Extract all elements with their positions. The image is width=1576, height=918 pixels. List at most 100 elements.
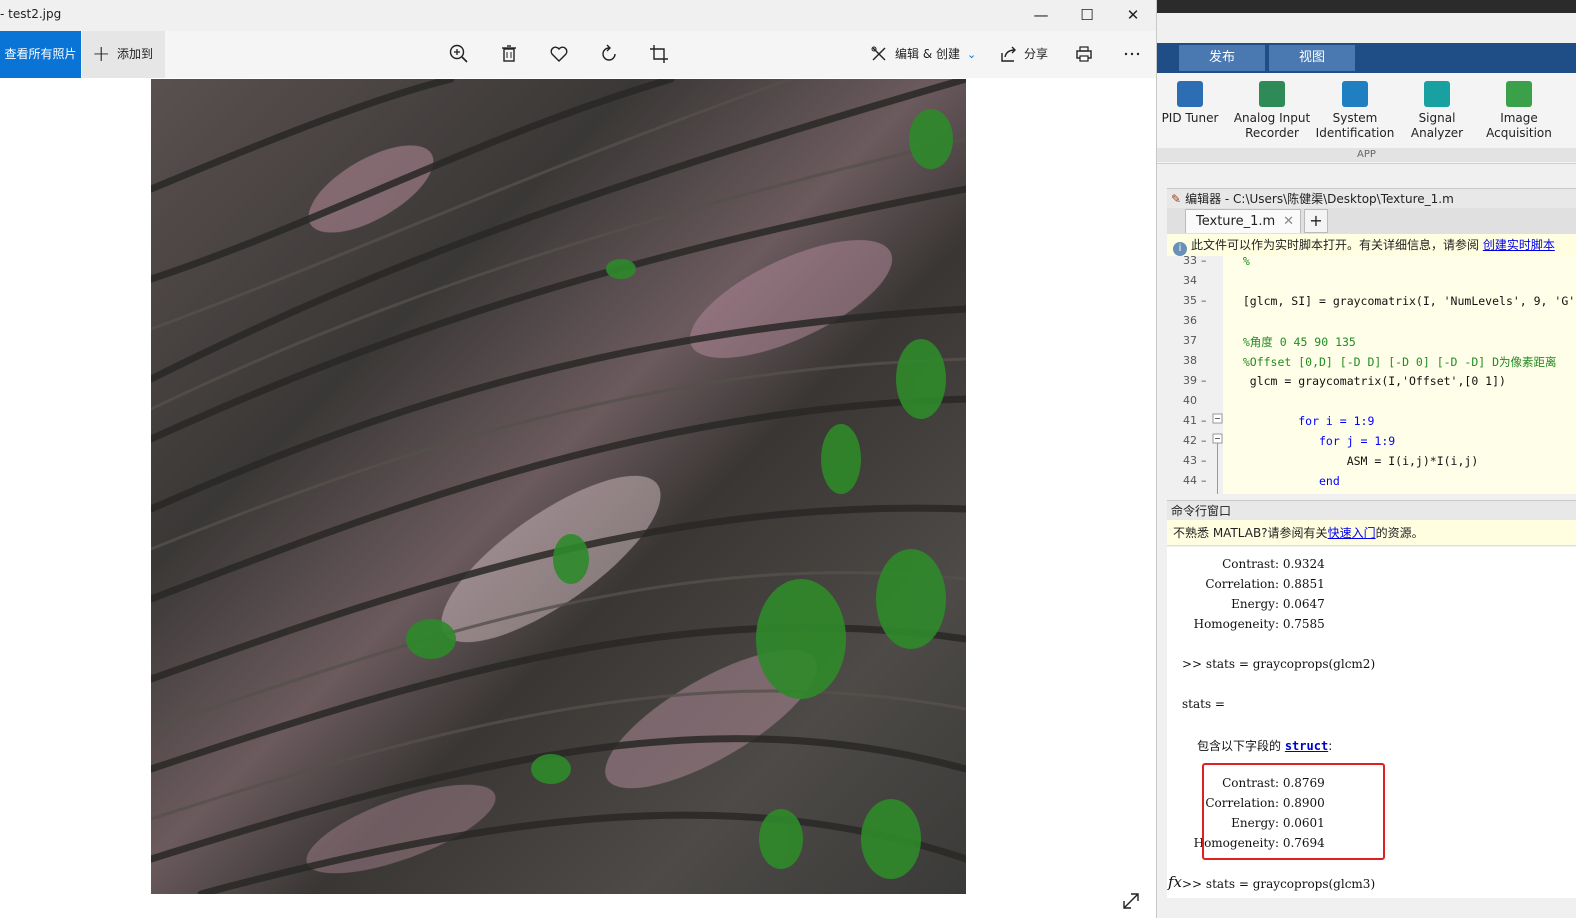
highlight-box (1202, 763, 1385, 860)
field-name: Correlation: (1205, 577, 1279, 591)
tab-texture-file[interactable]: Texture_1.m ✕ (1185, 209, 1301, 233)
share-icon[interactable] (996, 41, 1022, 67)
struct-prefix: 包含以下字段的 (1197, 739, 1285, 753)
app-signal-analyzer[interactable]: Signal Analyzer (1395, 79, 1479, 141)
field-name: Energy: (1231, 597, 1279, 611)
field-value: 0.0647 (1282, 597, 1325, 611)
command-window[interactable]: Contrast: 0.9324 Correlation: 0.8851 Energ… (1167, 547, 1576, 898)
code-editor[interactable]: 33– % 34 35– [glcm, SI] = graycomatrix(I, … (1167, 256, 1576, 494)
signal-analyzer-icon (1424, 81, 1450, 107)
app-image-acquisition[interactable]: Image Acquisition (1477, 79, 1561, 141)
code-line: %Offset [0,D] [-D D] [-D 0] [-D -D] D为像素… (1229, 355, 1557, 369)
field-value: 0.9324 (1282, 557, 1325, 571)
photos-toolbar: 查看所有照片 + 添加到 编辑 & 创建 ⌄ 分享 (0, 31, 1156, 78)
command-prompt-line: >> stats = graycoprops(glcm2) (1182, 657, 1376, 671)
image-acquisition-icon (1506, 81, 1532, 107)
editor-titlebar: ✎ 编辑器 - C:\Users\陈健渠\Desktop\Texture_1.m (1167, 188, 1576, 209)
app-label: Signal Analyzer (1410, 111, 1464, 140)
code-line: for j = 1:9 (1229, 434, 1396, 448)
command-prompt-line: >> stats = graycoprops(glcm3) (1182, 877, 1376, 891)
line-number: 43 (1183, 454, 1197, 467)
breakpoint-marker[interactable]: – (1201, 374, 1207, 387)
cmd-info-prefix: 不熟悉 MATLAB?请参阅有关 (1173, 526, 1328, 540)
app-label: System Identification (1315, 111, 1395, 140)
code-line: for i = 1:9 (1229, 414, 1375, 428)
field-name: Contrast: (1222, 557, 1279, 571)
app-label: Image Acquisition (1486, 111, 1552, 140)
field-value: 0.7585 (1282, 617, 1325, 631)
minimize-button[interactable]: — (1018, 0, 1064, 31)
info-icon: i (1173, 242, 1187, 256)
tab-publish[interactable]: 发布 (1179, 45, 1265, 71)
edit-create-button[interactable]: 编辑 & 创建 (895, 31, 960, 78)
matlab-window: 发布 视图 PID Tuner Analog Input Recorder Sy… (1157, 0, 1576, 918)
command-window-title: 命令行窗口 (1167, 500, 1576, 520)
new-tab-button[interactable]: + (1304, 209, 1328, 233)
line-number: 38 (1183, 354, 1197, 367)
add-to-label: 添加到 (117, 47, 154, 61)
code-line: glcm = graycomatrix(I,'Offset',[0 1]) (1229, 374, 1506, 388)
edit-create-icon[interactable] (866, 41, 892, 67)
editor-tabs: Texture_1.m ✕ + (1167, 208, 1576, 235)
breakpoint-marker[interactable]: – (1201, 434, 1207, 447)
breakpoint-marker[interactable]: – (1201, 454, 1207, 467)
stats-field: Contrast: 0.9324 (1167, 557, 1325, 571)
more-options-icon[interactable] (1119, 41, 1145, 67)
struct-link[interactable]: struct (1285, 739, 1328, 753)
crop-icon[interactable] (646, 41, 672, 67)
analog-input-recorder-icon (1259, 81, 1285, 107)
close-button[interactable]: ✕ (1110, 0, 1156, 31)
struct-description: 包含以下字段的 struct: (1197, 737, 1332, 754)
delete-icon[interactable] (496, 41, 522, 67)
print-icon[interactable] (1071, 41, 1097, 67)
pencil-icon: ✎ (1171, 192, 1182, 206)
create-live-script-link[interactable]: 创建实时脚本 (1483, 238, 1555, 252)
line-number: 44 (1183, 474, 1197, 487)
field-value: 0.8851 (1282, 577, 1325, 591)
plus-icon: + (92, 42, 111, 67)
chevron-down-icon[interactable]: ⌄ (967, 31, 976, 78)
quick-start-link[interactable]: 快速入门 (1328, 526, 1376, 540)
line-number: 34 (1183, 274, 1197, 287)
stats-assignment: stats = (1182, 697, 1225, 711)
fx-icon[interactable]: fx (1168, 873, 1182, 891)
breakpoint-marker[interactable]: – (1201, 474, 1207, 487)
share-button[interactable]: 分享 (1024, 31, 1048, 78)
zoom-in-icon[interactable] (446, 41, 472, 67)
stats-field: Energy: 0.0647 (1167, 597, 1325, 611)
breakpoint-marker[interactable]: – (1201, 256, 1207, 267)
app-analog-input-recorder[interactable]: Analog Input Recorder (1230, 79, 1314, 141)
app-label: PID Tuner (1161, 111, 1219, 125)
rotate-icon[interactable] (596, 41, 622, 67)
editor-title: 编辑器 - C:\Users\陈健渠\Desktop\Texture_1.m (1185, 192, 1454, 206)
breakpoint-marker[interactable]: – (1201, 414, 1207, 427)
struct-suffix: : (1328, 739, 1333, 753)
photo-image (151, 79, 966, 894)
photos-window: - test2.jpg — ☐ ✕ 查看所有照片 + 添加到 编辑 & 创建 ⌄ (0, 0, 1157, 918)
photos-titlebar: - test2.jpg — ☐ ✕ (0, 0, 1156, 31)
code-line: % (1229, 256, 1250, 268)
cmd-info-suffix: 的资源。 (1375, 526, 1424, 540)
add-to-button[interactable]: + 添加到 (82, 31, 165, 78)
pid-tuner-icon (1177, 81, 1203, 107)
info-text: 此文件可以作为实时脚本打开。有关详细信息，请参阅 (1191, 238, 1483, 252)
stats-field: Correlation: 0.8851 (1167, 577, 1325, 591)
code-line: [glcm, SI] = graycomatrix(I, 'NumLevels'… (1229, 294, 1576, 308)
heart-icon[interactable] (546, 41, 572, 67)
app-pid-tuner[interactable]: PID Tuner (1148, 79, 1232, 126)
close-tab-icon[interactable]: ✕ (1283, 210, 1294, 234)
breakpoint-marker[interactable]: – (1201, 294, 1207, 307)
tab-view[interactable]: 视图 (1269, 45, 1355, 71)
fold-markers (1212, 413, 1223, 494)
fullscreen-expand-icon[interactable] (1120, 890, 1142, 912)
view-all-photos-button[interactable]: 查看所有照片 (0, 31, 81, 78)
app-label: Analog Input Recorder (1233, 111, 1311, 140)
matlab-ribbon-tabs: 发布 视图 (1157, 43, 1576, 73)
matlab-ribbon: PID Tuner Analog Input Recorder System I… (1157, 73, 1576, 164)
line-number: 37 (1183, 334, 1197, 347)
maximize-button[interactable]: ☐ (1064, 0, 1110, 31)
line-number: 40 (1183, 394, 1197, 407)
stats-field: Homogeneity: 0.7585 (1167, 617, 1325, 631)
app-system-identification[interactable]: System Identification (1313, 79, 1397, 141)
app-section-label: APP (1157, 148, 1576, 162)
